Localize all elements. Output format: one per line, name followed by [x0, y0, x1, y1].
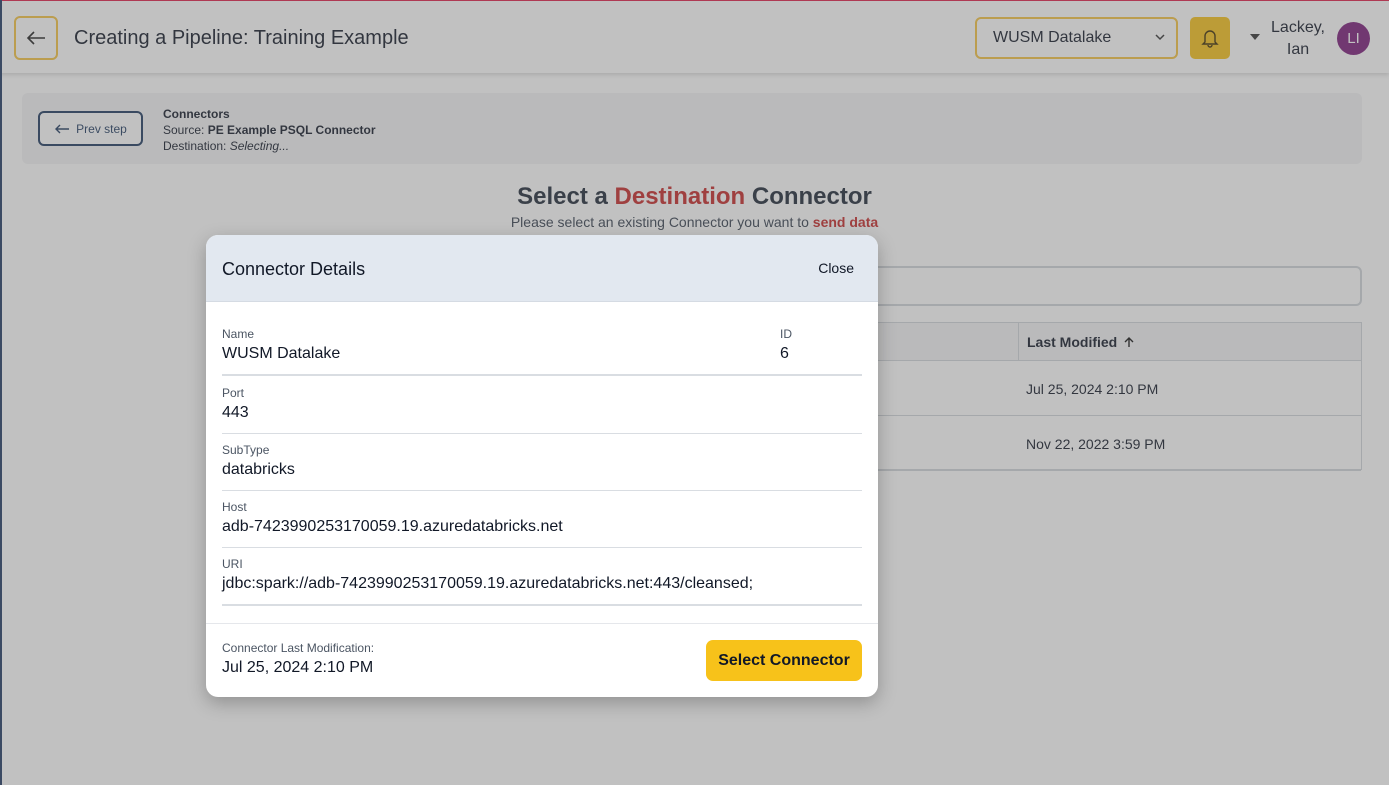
- field-host: Host adb-7423990253170059.19.azuredatabr…: [222, 500, 862, 536]
- id-label: ID: [780, 327, 792, 341]
- divider: [222, 547, 862, 548]
- divider: [222, 433, 862, 434]
- divider: [222, 490, 862, 491]
- close-button[interactable]: Close: [818, 260, 854, 276]
- field-subtype: SubType databricks: [222, 443, 862, 479]
- port-label: Port: [222, 386, 245, 400]
- last-mod-value: Jul 25, 2024 2:10 PM: [222, 659, 374, 676]
- id-value: 6: [780, 345, 789, 362]
- field-port: Port 443: [222, 386, 862, 422]
- uri-label: URI: [222, 557, 243, 571]
- subtype-value: databricks: [222, 461, 295, 478]
- subtype-label: SubType: [222, 443, 270, 457]
- connector-details-modal: Connector Details Close Name WUSM Datala…: [206, 235, 878, 697]
- modal-title: Connector Details: [222, 259, 366, 279]
- select-connector-button[interactable]: Select Connector: [706, 640, 862, 681]
- uri-value: jdbc:spark://adb-7423990253170059.19.azu…: [222, 575, 754, 592]
- divider: [222, 374, 862, 376]
- name-value: WUSM Datalake: [222, 345, 341, 362]
- field-last-modification: Connector Last Modification: Jul 25, 202…: [222, 641, 642, 677]
- last-mod-label: Connector Last Modification:: [222, 641, 375, 655]
- modal-footer-divider: [206, 623, 878, 624]
- modal-header: Connector Details Close: [206, 235, 878, 302]
- host-value: adb-7423990253170059.19.azuredatabricks.…: [222, 518, 563, 535]
- name-label: Name: [222, 327, 255, 341]
- port-value: 443: [222, 404, 249, 421]
- host-label: Host: [222, 500, 247, 514]
- field-name: Name WUSM Datalake: [222, 327, 742, 363]
- divider: [222, 604, 862, 606]
- field-uri: URI jdbc:spark://adb-7423990253170059.19…: [222, 557, 862, 593]
- field-id: ID 6: [780, 327, 860, 363]
